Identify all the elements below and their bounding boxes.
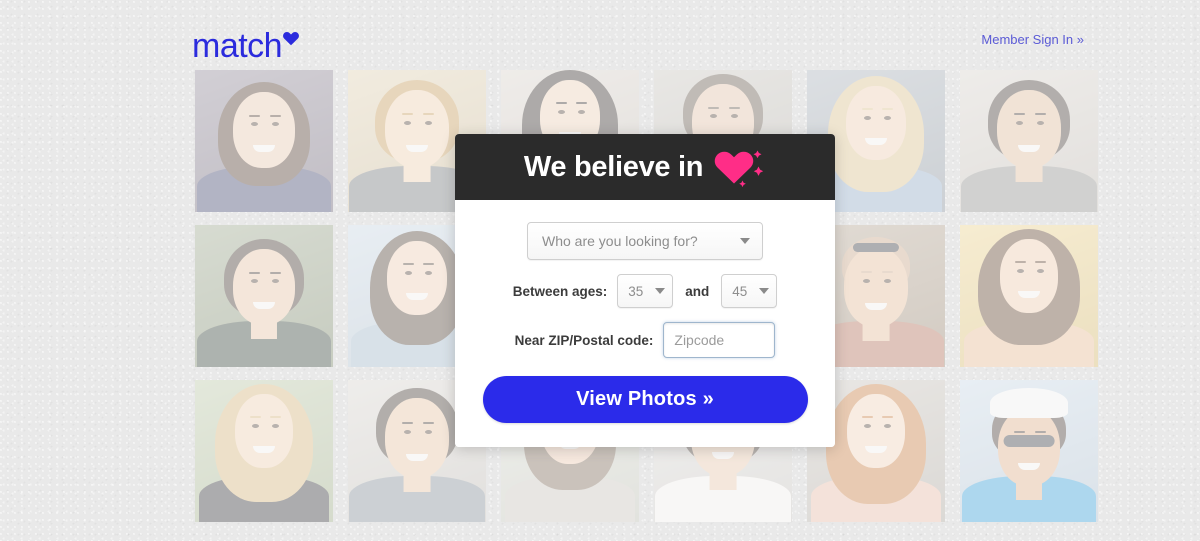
min-age-select[interactable]: 35 bbox=[617, 274, 674, 308]
photo-tile-18 bbox=[960, 380, 1098, 522]
photo-image bbox=[195, 70, 333, 212]
signup-form: Who are you looking for? Between ages: 3… bbox=[455, 200, 835, 447]
photo-image bbox=[960, 70, 1098, 212]
photo-tile-1 bbox=[195, 70, 333, 212]
view-photos-button[interactable]: View Photos » bbox=[482, 376, 808, 423]
age-range-separator: and bbox=[685, 283, 710, 299]
zip-label: Near ZIP/Postal code: bbox=[514, 332, 654, 348]
modal-headline-text: We believe in bbox=[523, 150, 704, 183]
zip-row: Near ZIP/Postal code: bbox=[455, 322, 835, 358]
looking-for-value: Who are you looking for? bbox=[542, 233, 698, 249]
chevron-down-icon bbox=[759, 288, 770, 294]
match-logo[interactable]: match bbox=[192, 18, 300, 65]
photo-image bbox=[195, 225, 333, 367]
photo-tile-12 bbox=[960, 225, 1098, 367]
chevron-down-icon bbox=[740, 238, 750, 244]
submit-row: View Photos » bbox=[455, 376, 835, 423]
photo-image bbox=[960, 225, 1098, 367]
photo-image bbox=[960, 380, 1098, 522]
min-age-value: 35 bbox=[628, 283, 644, 299]
max-age-select[interactable]: 45 bbox=[721, 274, 778, 308]
max-age-value: 45 bbox=[732, 283, 748, 299]
heart-icon bbox=[283, 18, 300, 52]
heart-icon bbox=[712, 147, 766, 188]
modal-header: We believe in bbox=[455, 134, 835, 200]
logo-text: match bbox=[192, 27, 283, 65]
photo-tile-6 bbox=[960, 70, 1098, 212]
member-sign-in-link[interactable]: Member Sign In » bbox=[981, 32, 1084, 47]
age-range-label: Between ages: bbox=[512, 283, 608, 299]
landing-page: match Member Sign In » We believe in Who… bbox=[0, 0, 1200, 541]
photo-tile-7 bbox=[195, 225, 333, 367]
looking-for-select[interactable]: Who are you looking for? bbox=[527, 222, 763, 260]
looking-for-row: Who are you looking for? bbox=[455, 222, 835, 260]
age-range-row: Between ages: 35 and 45 bbox=[455, 274, 835, 308]
photo-image bbox=[195, 380, 333, 522]
photo-tile-13 bbox=[195, 380, 333, 522]
signup-modal: We believe in Who are you looking for? B… bbox=[455, 134, 835, 447]
zip-input[interactable] bbox=[663, 322, 776, 358]
modal-headline: We believe in bbox=[523, 147, 766, 188]
chevron-down-icon bbox=[655, 288, 666, 294]
